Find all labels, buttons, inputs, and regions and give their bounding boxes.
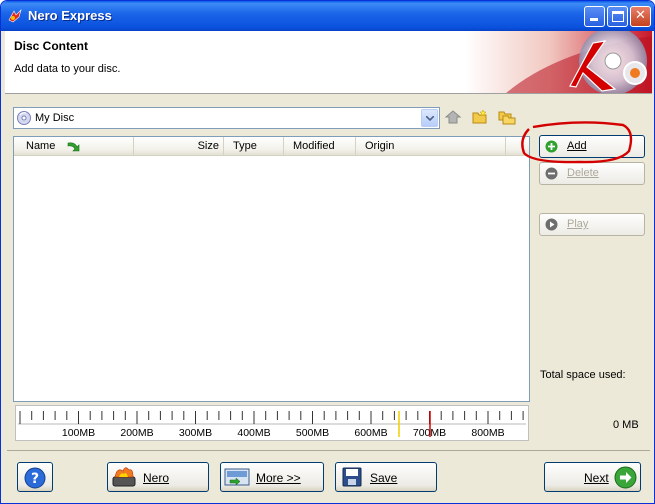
chevron-down-icon xyxy=(426,116,434,121)
save-disk-icon xyxy=(342,467,362,487)
disc-selector-dropdown[interactable] xyxy=(421,109,438,127)
close-button[interactable]: ✕ xyxy=(630,6,651,27)
page-title: Disc Content xyxy=(14,39,89,53)
close-icon: ✕ xyxy=(635,8,646,23)
ruler-label: 100MB xyxy=(62,427,95,439)
page-subtitle: Add data to your disc. xyxy=(14,63,121,75)
ruler-label: 500MB xyxy=(296,427,329,439)
minimize-icon xyxy=(590,18,598,21)
red-annotation-circle xyxy=(521,121,633,164)
ruler-label: 400MB xyxy=(237,427,270,439)
total-space-value: 0 MB xyxy=(613,419,639,431)
total-space-label: Total space used: xyxy=(540,369,626,381)
disc-selector[interactable]: My Disc xyxy=(13,107,440,129)
save-button-label: Save xyxy=(370,471,398,485)
more-button-label: More >> xyxy=(256,471,301,485)
file-list[interactable]: Name Size Type Modified Origin xyxy=(13,136,530,402)
nero-button[interactable]: Nero xyxy=(107,462,209,492)
help-button[interactable]: ? xyxy=(17,462,53,492)
play-button-label: Play xyxy=(567,218,589,230)
minimize-button[interactable] xyxy=(584,6,605,27)
page-header: Disc Content Add data to your disc. xyxy=(5,31,652,94)
disc-selector-value: My Disc xyxy=(35,112,75,124)
next-button-label: Next xyxy=(584,471,609,485)
delete-button-label: Delete xyxy=(567,167,599,179)
next-arrow-icon xyxy=(614,466,637,489)
nero-header-graphic xyxy=(465,31,652,93)
file-list-header: Name Size Type Modified Origin xyxy=(14,137,529,156)
bottom-divider xyxy=(7,450,650,451)
sort-arrow-icon xyxy=(67,142,80,152)
ruler-label: 300MB xyxy=(179,427,212,439)
column-header-origin[interactable]: Origin xyxy=(356,137,506,156)
folder-properties-icon[interactable] xyxy=(498,108,516,126)
title-bar: Nero Express ✕ xyxy=(1,1,654,31)
svg-text:?: ? xyxy=(31,471,39,487)
column-header-modified[interactable]: Modified xyxy=(284,137,356,156)
help-icon: ? xyxy=(24,467,46,489)
capacity-ruler-graphic: 100MB200MB300MB400MB500MB600MB700MB800MB xyxy=(18,411,526,439)
nero-flame-icon xyxy=(112,467,136,487)
ruler-label: 800MB xyxy=(471,427,504,439)
capacity-ruler: 100MB200MB300MB400MB500MB600MB700MB800MB xyxy=(15,405,529,441)
disc-icon xyxy=(17,111,31,125)
ruler-label: 600MB xyxy=(354,427,387,439)
new-folder-icon[interactable] xyxy=(471,108,489,126)
nero-express-window: Nero Express ✕ Disc Content Add data to … xyxy=(0,0,655,504)
delete-icon xyxy=(545,167,558,180)
more-options-icon xyxy=(224,468,250,486)
maximize-button[interactable] xyxy=(607,6,628,27)
save-button[interactable]: Save xyxy=(335,462,437,492)
next-button[interactable]: Next xyxy=(544,462,641,492)
play-button[interactable]: Play xyxy=(539,213,645,236)
more-button[interactable]: More >> xyxy=(220,462,324,492)
nero-button-label: Nero xyxy=(143,471,170,485)
column-header-type[interactable]: Type xyxy=(224,137,284,156)
window-title: Nero Express xyxy=(28,8,112,23)
maximize-icon xyxy=(612,11,624,22)
play-icon xyxy=(545,218,558,231)
ruler-label: 200MB xyxy=(120,427,153,439)
nero-app-icon xyxy=(8,8,22,23)
up-folder-icon[interactable] xyxy=(444,108,462,126)
column-header-size[interactable]: Size xyxy=(134,137,224,156)
